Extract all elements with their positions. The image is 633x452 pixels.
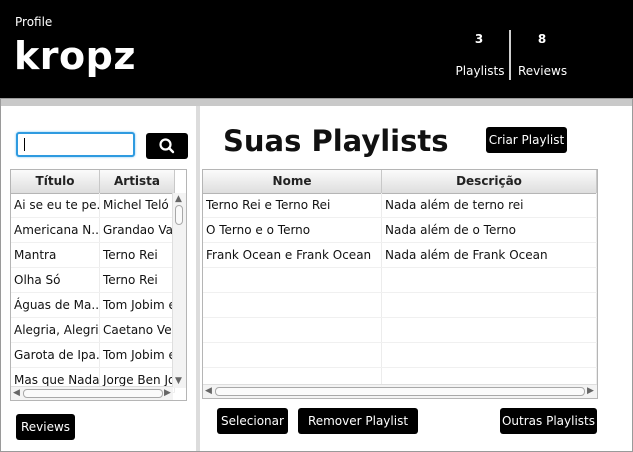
create-playlist-button[interactable]: Criar Playlist	[486, 127, 567, 153]
other-playlists-button[interactable]: Outras Playlists	[500, 408, 597, 434]
playlists-table: Nome Descrição Terno Rei e Terno Rei Nada…	[202, 169, 598, 399]
cell-title: Garota de Ipa...	[11, 343, 100, 367]
songs-table-header: Título Artista	[11, 170, 175, 194]
header-band	[0, 98, 633, 106]
cell-artist: Caetano Vel...	[100, 318, 175, 342]
scroll-right-icon[interactable]: ▶	[587, 386, 594, 396]
search-icon	[159, 138, 175, 154]
search-button[interactable]	[146, 133, 188, 159]
cell-name: Terno Rei e Terno Rei	[203, 193, 382, 217]
scroll-left-icon[interactable]: ◀	[13, 388, 20, 398]
table-row[interactable]: Frank Ocean e Frank Ocean Nada além de Fr…	[203, 243, 597, 268]
cell-description: Nada além de terno rei	[382, 193, 597, 217]
panel-separator[interactable]	[196, 106, 200, 452]
table-row[interactable]	[203, 343, 597, 368]
table-row[interactable]	[203, 318, 597, 343]
songs-table: Título Artista Ai se eu te pe... Michel T…	[10, 169, 187, 401]
playlists-table-header: Nome Descrição	[203, 170, 597, 194]
cell-name	[203, 343, 382, 367]
cell-name: O Terno e o Terno	[203, 218, 382, 242]
text-caret	[24, 138, 25, 151]
column-header-artist[interactable]: Artista	[100, 170, 175, 193]
cell-artist: Tom Jobim e	[100, 343, 175, 367]
table-row[interactable]: Alegria, AlegriaCaetano Vel...	[11, 318, 175, 343]
table-row[interactable]: Terno Rei e Terno Rei Nada além de terno …	[203, 193, 597, 218]
reviews-button[interactable]: Reviews	[16, 414, 75, 440]
scroll-up-icon[interactable]: ▲	[175, 194, 182, 204]
cell-title: Alegria, Alegria	[11, 318, 100, 342]
cell-name	[203, 318, 382, 342]
cell-artist: Terno Rei	[100, 243, 175, 267]
select-button[interactable]: Selecionar	[217, 408, 288, 434]
profile-header: Profile kropz 3 Playlists 8 Reviews	[0, 0, 633, 98]
scrollbar-thumb[interactable]	[215, 387, 585, 396]
scroll-right-icon[interactable]: ▶	[164, 388, 171, 398]
cell-description	[382, 343, 597, 367]
table-row[interactable]	[203, 293, 597, 318]
stats-divider	[509, 30, 511, 80]
cell-name: Frank Ocean e Frank Ocean	[203, 243, 382, 267]
profile-caption: Profile	[15, 15, 53, 29]
reviews-label: Reviews	[518, 64, 568, 78]
scrollbar-thumb[interactable]	[23, 389, 163, 398]
cell-title: Águas de Ma...	[11, 293, 100, 317]
cell-description	[382, 293, 597, 317]
search-input[interactable]	[16, 132, 135, 157]
songs-vertical-scrollbar[interactable]: ▲ ▼	[172, 193, 186, 388]
cell-artist: Terno Rei	[100, 268, 175, 292]
scroll-left-icon[interactable]: ◀	[205, 386, 212, 396]
page-title: Suas Playlists	[223, 124, 449, 158]
table-row[interactable]: Águas de Ma... Tom Jobim e	[11, 293, 175, 318]
cell-description: Nada além de o Terno	[382, 218, 597, 242]
scroll-down-icon[interactable]: ▼	[175, 376, 182, 386]
cell-description	[382, 318, 597, 342]
column-header-title[interactable]: Título	[11, 170, 100, 193]
cell-title: Ai se eu te pe...	[11, 193, 100, 217]
playlists-count: 3	[474, 32, 484, 46]
playlists-horizontal-scrollbar[interactable]: ◀ ▶	[203, 384, 597, 398]
table-row[interactable]: O Terno e o Terno Nada além de o Terno	[203, 218, 597, 243]
songs-horizontal-scrollbar[interactable]: ◀ ▶	[11, 386, 173, 400]
cell-title: Mantra	[11, 243, 100, 267]
username: kropz	[14, 34, 136, 78]
playlists-label: Playlists	[455, 64, 505, 78]
cell-title: Americana N...	[11, 218, 100, 242]
table-row[interactable]: Garota de Ipa... Tom Jobim e	[11, 343, 175, 368]
remove-playlist-button[interactable]: Remover Playlist	[298, 408, 418, 434]
cell-artist: Michel Teló	[100, 193, 175, 217]
table-row[interactable]: Olha Só Terno Rei	[11, 268, 175, 293]
cell-title: Olha Só	[11, 268, 100, 292]
scrollbar-thumb[interactable]	[175, 205, 183, 225]
cell-name	[203, 268, 382, 292]
cell-description: Nada além de Frank Ocean	[382, 243, 597, 267]
cell-name	[203, 293, 382, 317]
cell-artist: Grandao Vaq	[100, 218, 175, 242]
column-header-description[interactable]: Descrição	[382, 170, 597, 193]
table-row[interactable]: Mantra Terno Rei	[11, 243, 175, 268]
table-row[interactable]	[203, 268, 597, 293]
table-row[interactable]: Ai se eu te pe... Michel Teló	[11, 193, 175, 218]
cell-artist: Tom Jobim e	[100, 293, 175, 317]
table-row[interactable]: Americana N... Grandao Vaq	[11, 218, 175, 243]
reviews-count: 8	[537, 32, 547, 46]
column-header-name[interactable]: Nome	[203, 170, 382, 193]
cell-description	[382, 268, 597, 292]
